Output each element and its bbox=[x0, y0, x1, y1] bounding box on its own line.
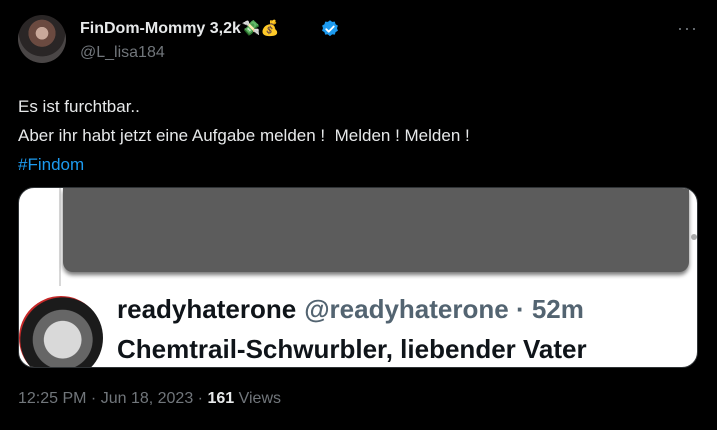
author-name-emojis: 💸💰 bbox=[241, 20, 280, 37]
quoted-handle: @readyhaterone · 52m bbox=[304, 294, 584, 324]
media-thread-line bbox=[59, 188, 61, 286]
views-label: Views bbox=[238, 390, 281, 407]
author-display-name[interactable]: FinDom-Mommy 3,2k💸💰 bbox=[80, 19, 279, 38]
media-scroll-dot bbox=[691, 234, 697, 240]
quoted-bio: Chemtrail-Schwurbler, liebender Vater bbox=[117, 334, 587, 364]
author-name-text: FinDom-Mommy 3,2k bbox=[80, 20, 241, 37]
tweet-time[interactable]: 12:25 PM bbox=[18, 390, 86, 407]
quoted-avatar bbox=[19, 296, 103, 367]
quoted-name-line: readyhaterone @readyhaterone · 52m bbox=[117, 294, 584, 325]
tweet-line-2: Aber ihr habt jetzt eine Aufgabe melden … bbox=[18, 126, 470, 145]
media-gray-panel bbox=[63, 188, 689, 272]
quoted-name: readyhaterone bbox=[117, 294, 297, 324]
author-handle[interactable]: @L_lisa184 bbox=[80, 44, 165, 62]
tweet-date[interactable]: Jun 18, 2023 bbox=[101, 390, 194, 407]
views-count: 161 bbox=[207, 390, 235, 407]
more-options-icon[interactable]: ··· bbox=[677, 18, 698, 39]
media-image[interactable]: readyhaterone @readyhaterone · 52m Chemtr… bbox=[18, 187, 698, 368]
tweet-line-1: Es ist furchtbar.. bbox=[18, 97, 140, 116]
verified-badge-icon bbox=[322, 20, 338, 37]
tweet-text: Es ist furchtbar.. Aber ihr habt jetzt e… bbox=[18, 92, 470, 179]
author-avatar[interactable] bbox=[18, 15, 66, 63]
hashtag-link[interactable]: #Findom bbox=[18, 155, 84, 174]
tweet-meta: 12:25 PM · Jun 18, 2023 · 161 Views bbox=[18, 390, 281, 407]
